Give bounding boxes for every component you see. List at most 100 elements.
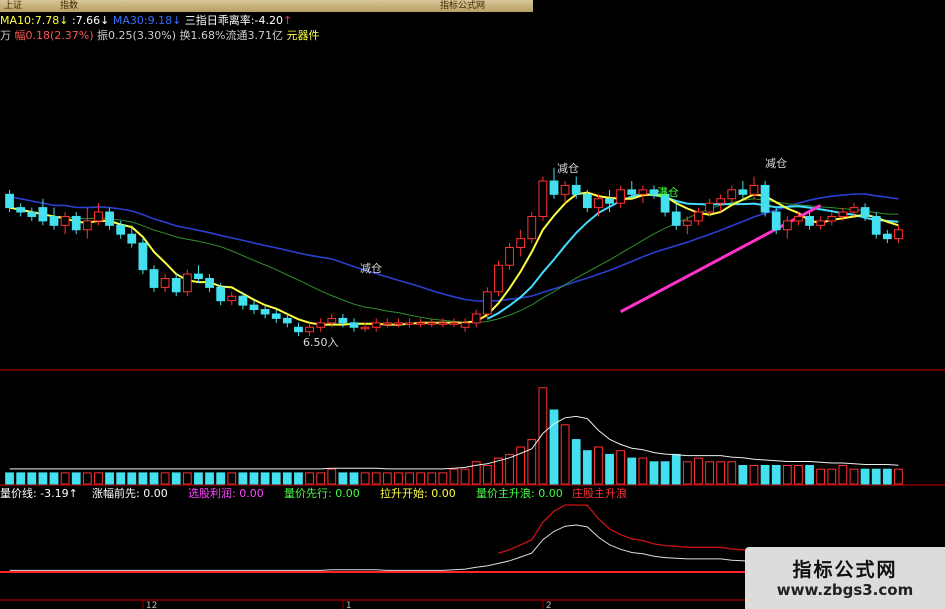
volume-bar	[894, 468, 903, 485]
oscillator-red-line	[498, 504, 777, 554]
volume-bar	[227, 472, 237, 485]
volume-bar	[5, 472, 14, 485]
candle-body	[16, 207, 26, 213]
candle-body	[227, 295, 237, 302]
volume-bar	[682, 461, 692, 485]
volume-bar	[127, 472, 137, 485]
candle-body	[805, 215, 814, 226]
candle-body	[271, 313, 281, 319]
volume-bar	[171, 472, 181, 485]
volume-bar	[138, 472, 148, 485]
candle-body	[182, 273, 192, 293]
volume-bar	[182, 472, 192, 485]
candles	[5, 167, 903, 337]
candle-body	[571, 184, 581, 195]
candle-body	[849, 207, 859, 213]
candle-body	[438, 322, 448, 325]
volume-bar	[671, 453, 681, 485]
volume-bar	[294, 472, 303, 485]
volume-bar	[638, 457, 648, 485]
volume-bar	[94, 472, 103, 485]
indicator-2: 选股利润: 0.00	[188, 487, 264, 500]
volume-bar	[616, 450, 626, 485]
volume-bar	[582, 450, 592, 485]
candle-body	[771, 211, 781, 231]
candle-body	[882, 233, 892, 240]
volume-bar	[427, 472, 437, 485]
volume-bar	[71, 472, 81, 485]
annotation-reduce-1: 减仓	[360, 261, 382, 275]
volume-bar	[438, 472, 448, 485]
volume-bar	[116, 472, 126, 485]
annotation-reduce-2: 减仓	[557, 161, 579, 175]
candle-body	[105, 211, 114, 226]
volume-bar	[649, 461, 659, 485]
indicator-4: 拉升开始: 0.00	[380, 487, 456, 500]
volume-bar	[660, 461, 670, 485]
candle-body	[338, 317, 348, 324]
candle-body	[205, 278, 214, 288]
candle-body	[482, 291, 492, 315]
watermark-logo: 指标公式网 www.zbgs3.com	[745, 547, 945, 609]
volume-bar	[260, 472, 270, 485]
candle-body	[49, 215, 59, 226]
volume-bar	[205, 472, 214, 485]
candle-body	[149, 269, 159, 288]
volume-bar	[60, 472, 70, 485]
volume-bar	[571, 439, 581, 485]
candle-body	[371, 322, 381, 328]
watermark-title: 指标公式网	[792, 559, 898, 581]
volume-bar	[538, 387, 548, 485]
candle-body	[38, 207, 48, 222]
volume-bar	[560, 424, 570, 485]
volume-bar	[627, 457, 637, 485]
volume-bar	[38, 472, 48, 485]
volume-bar	[838, 465, 848, 485]
candle-body	[838, 211, 848, 217]
candle-body	[216, 286, 226, 302]
candle-body	[82, 220, 92, 231]
candle-body	[516, 238, 526, 249]
candle-body	[160, 278, 170, 288]
candle-body	[127, 233, 137, 244]
candle-body	[560, 184, 570, 195]
volume-ma-line	[9, 415, 899, 470]
indicator-1: 涨幅前先: 0.00	[92, 487, 168, 500]
candle-body	[605, 198, 614, 204]
candle-body	[782, 220, 792, 231]
candle-body	[71, 215, 81, 231]
candle-body	[816, 220, 826, 226]
volume-bar	[249, 472, 259, 485]
candle-body	[249, 304, 259, 311]
volume-bar	[27, 472, 37, 485]
volume-bar	[160, 472, 170, 485]
volume-bar	[716, 461, 726, 485]
candle-body	[449, 322, 459, 325]
volume-bar	[771, 465, 781, 485]
volume-bar	[849, 468, 859, 485]
volume-bar	[871, 468, 881, 485]
candle-body	[894, 229, 903, 240]
volume-bar	[827, 468, 837, 485]
indicator-0: 量价线: -3.19↑	[0, 487, 78, 500]
candle-body	[60, 215, 70, 226]
candle-body	[194, 273, 203, 280]
candle-body	[138, 242, 148, 271]
candle-body	[5, 193, 14, 209]
volume-bar	[605, 453, 614, 485]
candle-body	[860, 207, 870, 217]
candle-body	[460, 322, 470, 328]
candle-body	[716, 198, 726, 204]
indicator-6: 庄股主升浪	[572, 487, 627, 500]
candle-body	[116, 224, 126, 235]
x-tick-label: 2	[546, 601, 552, 609]
candle-body	[505, 247, 514, 266]
candle-body	[582, 193, 592, 209]
volume-bar	[82, 472, 92, 485]
volume-bar	[782, 465, 792, 485]
candle-body	[27, 211, 37, 217]
candle-body	[760, 184, 770, 213]
volume-bar	[194, 472, 203, 485]
volume-bar	[738, 465, 748, 485]
annotation-reduce-3: 减仓	[765, 156, 787, 170]
